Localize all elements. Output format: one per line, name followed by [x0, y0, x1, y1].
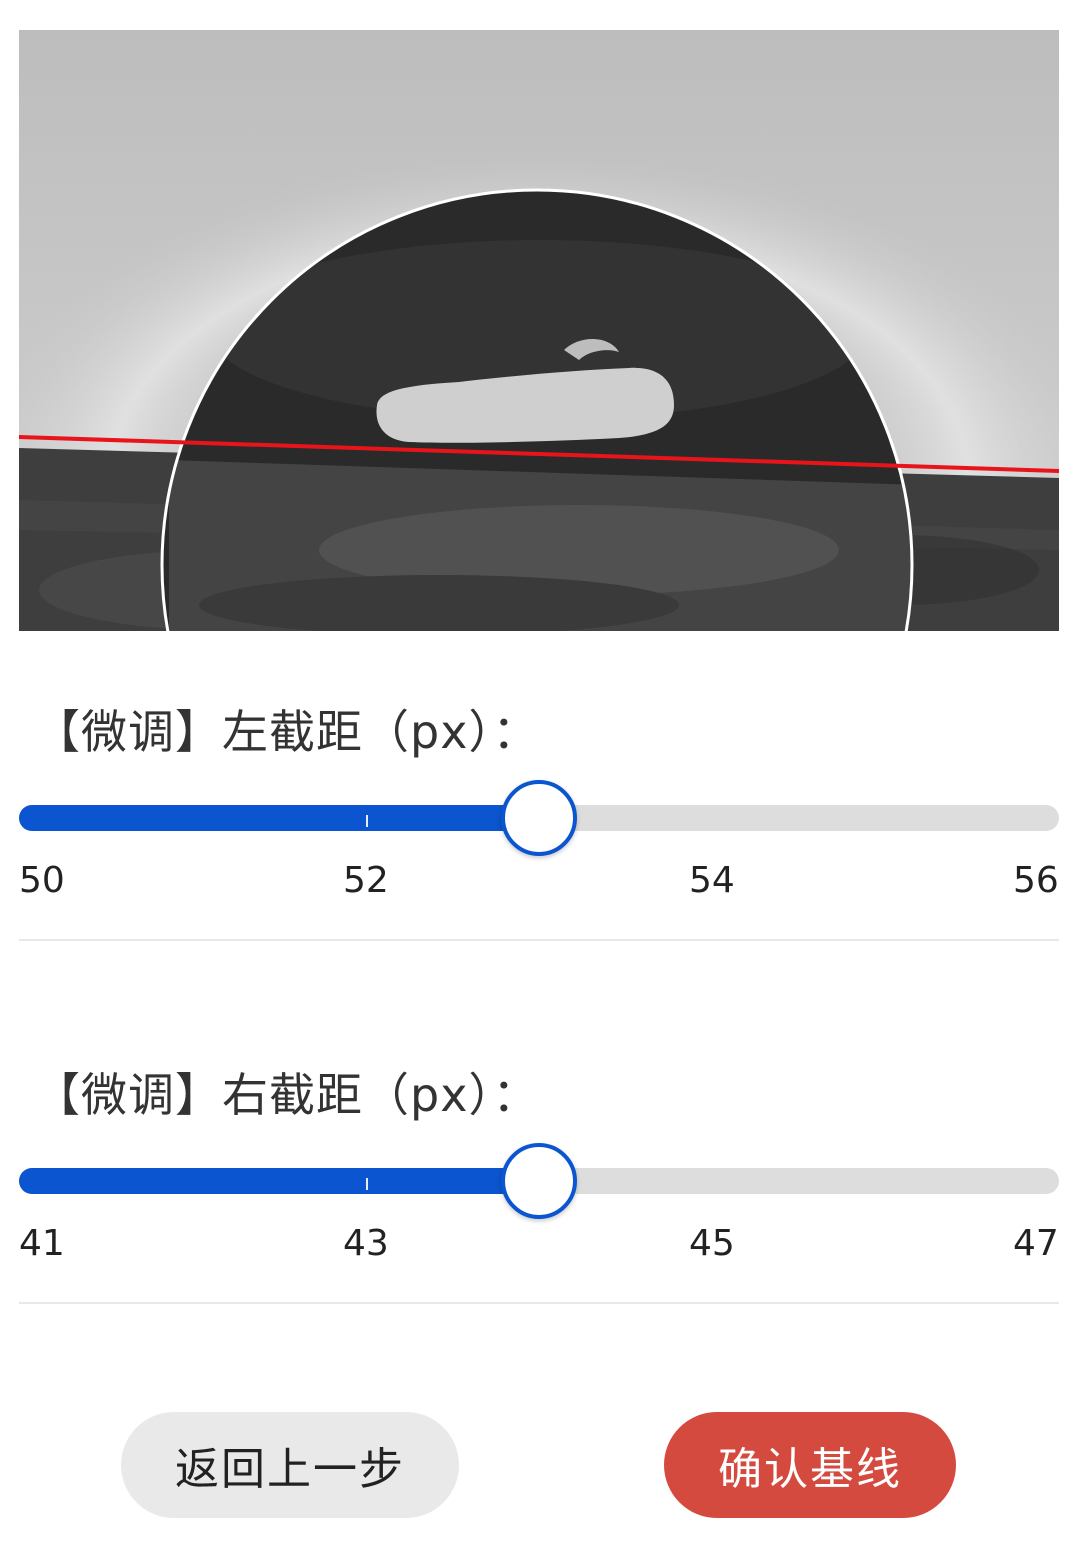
slider-fill	[19, 1168, 539, 1194]
tick-label: 45	[689, 1223, 735, 1264]
droplet-photo-icon	[19, 30, 1059, 631]
tick-label: 41	[19, 1223, 65, 1264]
tick-label: 47	[1013, 1223, 1059, 1264]
slider-fill	[19, 805, 539, 831]
tick-label: 56	[1013, 860, 1059, 901]
confirm-baseline-button[interactable]: 确认基线	[664, 1412, 956, 1518]
tick-label: 52	[343, 860, 389, 901]
left-slider-tick-labels: 50 52 54 56	[19, 860, 1059, 910]
droplet-image-preview	[19, 30, 1059, 631]
right-intercept-label: 【微调】右截距（px）：	[34, 1068, 540, 1122]
slider-tick-mark	[366, 1178, 368, 1190]
left-intercept-slider[interactable]	[19, 779, 1059, 859]
slider-thumb[interactable]	[501, 1143, 577, 1219]
tick-label: 50	[19, 860, 65, 901]
tick-label: 43	[343, 1223, 389, 1264]
slider-thumb[interactable]	[501, 780, 577, 856]
divider	[19, 939, 1059, 941]
left-intercept-label: 【微调】左截距（px）：	[34, 705, 540, 759]
right-intercept-slider[interactable]	[19, 1142, 1059, 1222]
back-button[interactable]: 返回上一步	[121, 1412, 459, 1518]
divider	[19, 1302, 1059, 1304]
tick-label: 54	[689, 860, 735, 901]
slider-tick-mark	[366, 815, 368, 827]
right-slider-tick-labels: 41 43 45 47	[19, 1223, 1059, 1273]
